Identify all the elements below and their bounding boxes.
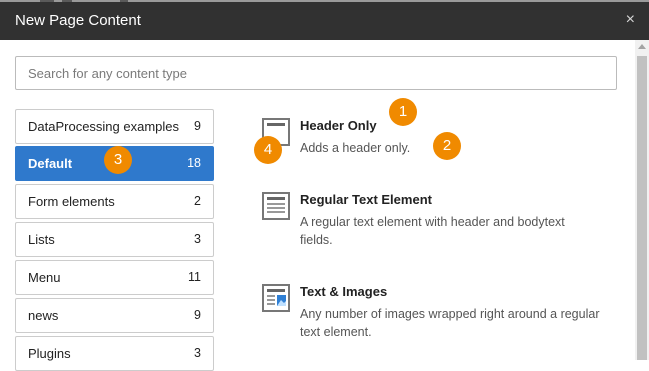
category-menu[interactable]: Menu 11	[15, 260, 214, 295]
category-form-elements[interactable]: Form elements 2	[15, 184, 214, 219]
content-type-name[interactable]: Regular Text Element	[300, 192, 432, 207]
category-news[interactable]: news 9	[15, 298, 214, 333]
content-type-text-images[interactable]: Text & Images Any number of images wrapp…	[262, 284, 602, 342]
content-type-description: Any number of images wrapped right aroun…	[300, 307, 600, 339]
category-count: 18	[187, 156, 201, 170]
category-label: Form elements	[28, 194, 115, 209]
content-type-name[interactable]: Header Only	[300, 118, 377, 133]
category-label: Lists	[28, 232, 55, 247]
category-count: 3	[194, 346, 201, 360]
category-label: news	[28, 308, 59, 323]
category-dataprocessing-examples[interactable]: DataProcessing examples 9	[15, 109, 214, 144]
category-lists[interactable]: Lists 3	[15, 222, 214, 257]
text-element-icon	[262, 192, 290, 220]
search-input[interactable]	[15, 56, 617, 90]
category-count: 9	[194, 119, 201, 133]
annotation-badge-1: 1	[389, 98, 417, 126]
content-type-name[interactable]: Text & Images	[300, 284, 387, 299]
dialog-titlebar: New Page Content ×	[0, 2, 649, 40]
content-type-description: A regular text element with header and b…	[300, 215, 565, 247]
scrollbar-thumb[interactable]	[637, 56, 647, 360]
scroll-up-arrow-icon[interactable]	[638, 44, 646, 49]
dialog-scrollbar[interactable]	[635, 40, 649, 360]
dialog-title: New Page Content	[15, 12, 141, 29]
text-images-icon	[262, 284, 290, 312]
category-count: 9	[194, 308, 201, 322]
category-count: 2	[194, 194, 201, 208]
category-label: Default	[28, 156, 73, 171]
category-label: Menu	[28, 270, 61, 285]
category-count: 11	[188, 270, 201, 284]
category-count: 3	[194, 232, 201, 246]
category-label: DataProcessing examples	[28, 119, 180, 134]
category-label: Plugins	[28, 346, 71, 361]
content-type-header-only[interactable]: Header Only Adds a header only.	[262, 118, 602, 158]
annotation-badge-4: 4	[254, 136, 282, 164]
category-plugins[interactable]: Plugins 3	[15, 336, 214, 371]
content-type-regular-text[interactable]: Regular Text Element A regular text elem…	[262, 192, 602, 250]
annotation-badge-3: 3	[104, 146, 132, 174]
annotation-badge-2: 2	[433, 132, 461, 160]
close-icon[interactable]: ×	[626, 11, 635, 29]
